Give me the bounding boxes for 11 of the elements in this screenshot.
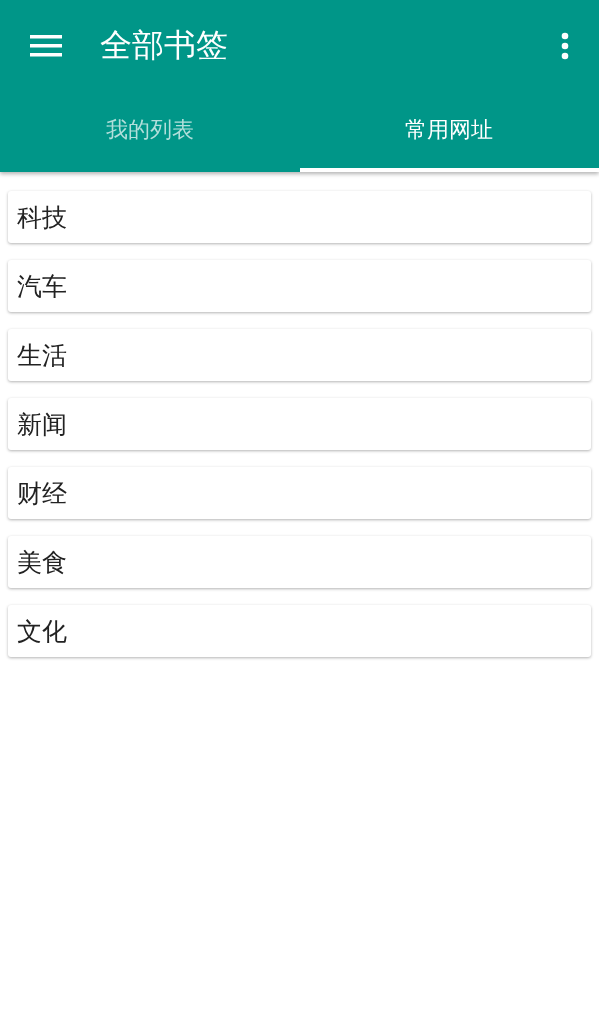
bookmark-card[interactable]: 新闻 bbox=[8, 398, 591, 450]
app-title: 全部书签 bbox=[100, 25, 229, 66]
bookmark-card[interactable]: 生活 bbox=[8, 329, 591, 381]
more-options-icon[interactable] bbox=[561, 32, 569, 60]
bookmark-card[interactable]: 财经 bbox=[8, 467, 591, 519]
bookmark-card[interactable]: 美食 bbox=[8, 536, 591, 588]
bookmark-card[interactable]: 汽车 bbox=[8, 260, 591, 312]
bookmark-card[interactable]: 科技 bbox=[8, 191, 591, 243]
tab[interactable]: 常用网址 bbox=[299, 92, 599, 172]
menu-icon[interactable] bbox=[30, 35, 62, 57]
bookmark-card[interactable]: 文化 bbox=[8, 605, 591, 657]
